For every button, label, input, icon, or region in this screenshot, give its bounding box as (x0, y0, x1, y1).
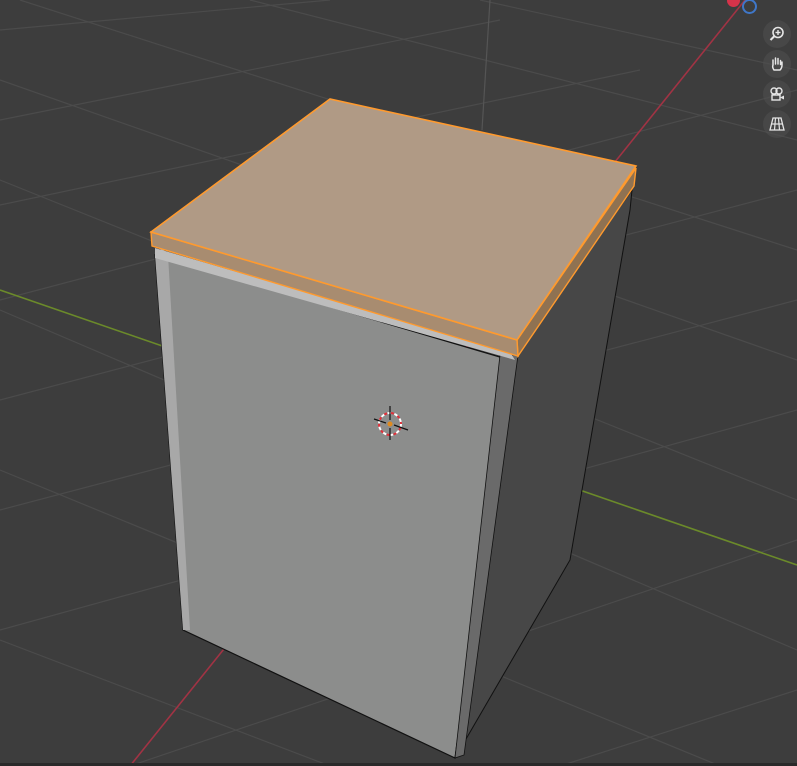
zoom-icon (769, 26, 784, 41)
perspective-button[interactable] (763, 110, 791, 138)
3d-viewport[interactable] (0, 0, 797, 766)
grid-perspective-icon (769, 117, 785, 131)
zoom-button[interactable] (763, 20, 791, 48)
camera-icon (770, 87, 784, 101)
pan-button[interactable] (763, 50, 791, 78)
hand-icon (771, 57, 783, 71)
z-axis-line (481, 0, 491, 131)
camera-button[interactable] (763, 80, 791, 108)
viewport-canvas[interactable] (0, 0, 797, 766)
